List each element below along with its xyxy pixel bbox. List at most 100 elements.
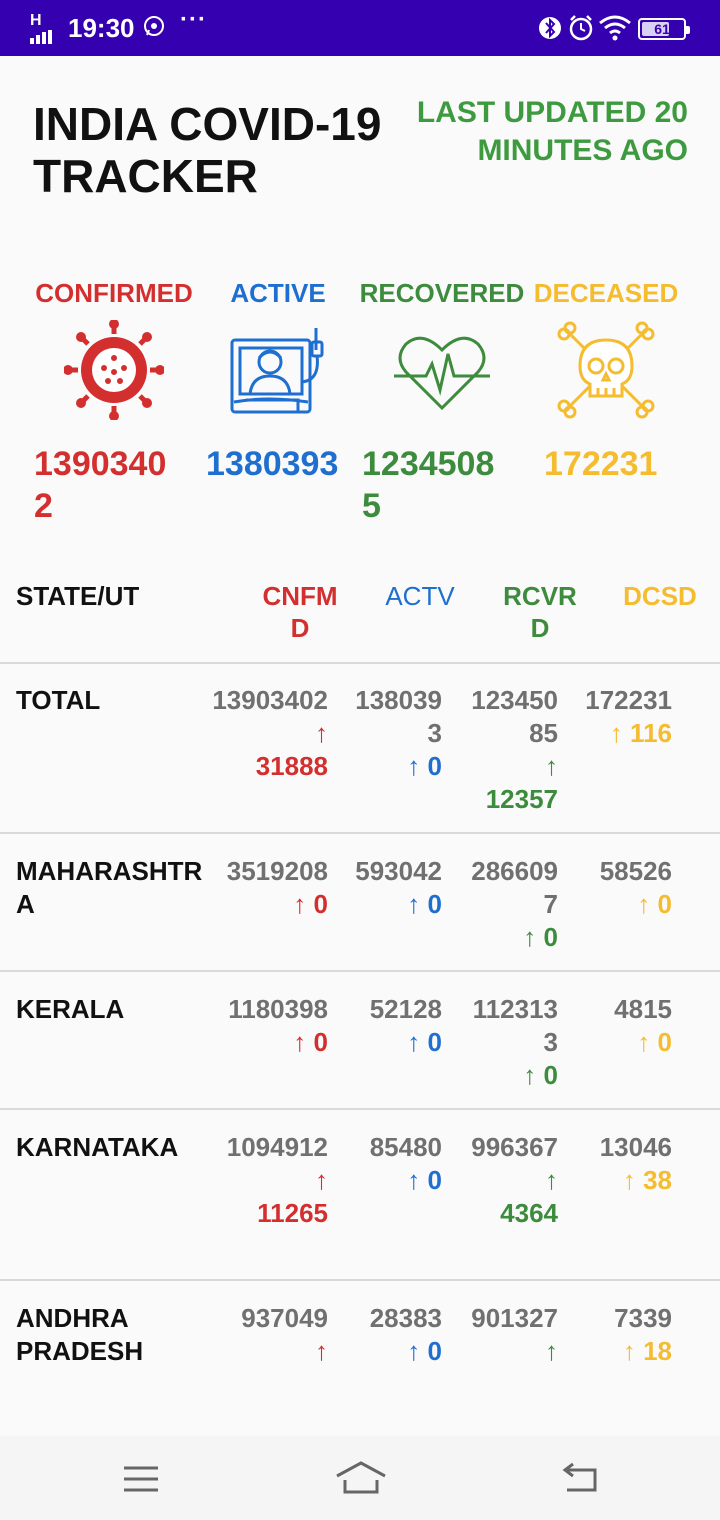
- network-type-label: H: [30, 12, 42, 29]
- active-count: 1380393: [355, 685, 442, 748]
- state-name: KERALA: [16, 994, 125, 1024]
- active-count: 85480: [369, 1132, 442, 1162]
- deceased-card[interactable]: DECEASED 172231: [516, 278, 696, 483]
- recovered-value: 12345085: [362, 445, 495, 525]
- active-cell: 52128 ↑ 0: [342, 993, 442, 1059]
- skull-crossbones-icon: [557, 321, 655, 419]
- active-delta-value: 0: [427, 1336, 442, 1366]
- back-icon[interactable]: [561, 1462, 601, 1494]
- active-delta-value: 0: [427, 889, 442, 919]
- deceased-delta-value: 18: [643, 1336, 672, 1366]
- recovered-count: 996367: [471, 1132, 558, 1162]
- state-name: TOTAL: [16, 685, 101, 715]
- deceased-delta-value: 0: [657, 889, 672, 919]
- active-delta: ↑ 0: [407, 751, 442, 781]
- heartbeat-icon: [394, 336, 490, 411]
- more-notifications-icon: ···: [180, 6, 207, 33]
- recovered-delta: ↑: [545, 1336, 558, 1366]
- battery-level: 61: [654, 21, 670, 37]
- deceased-delta-value: 38: [643, 1165, 672, 1195]
- active-delta: ↑ 0: [407, 1027, 442, 1057]
- deceased-cell: 4815 ↑ 0: [576, 993, 672, 1059]
- confirmed-delta: ↑ 0: [293, 889, 328, 919]
- deceased-label: DECEASED: [533, 278, 679, 308]
- confirmed-cell: 937049 ↑: [210, 1302, 328, 1368]
- recovered-count: 901327: [471, 1303, 558, 1333]
- column-header-active[interactable]: ACTV: [382, 580, 458, 612]
- confirmed-delta-value: 31888: [255, 751, 328, 781]
- recovered-delta-value: 0: [543, 922, 558, 952]
- confirmed-delta-value: 0: [313, 889, 328, 919]
- recovered-delta: ↑ 0: [523, 1060, 558, 1090]
- confirmed-count: 1094912: [226, 1132, 328, 1162]
- active-delta-value: 0: [427, 751, 442, 781]
- active-count: 28383: [369, 1303, 442, 1333]
- recovered-cell: 12345085 ↑ 12357: [460, 684, 558, 816]
- confirmed-card[interactable]: CONFIRMED 13903402: [24, 278, 204, 525]
- confirmed-delta: ↑ 31888: [255, 718, 328, 781]
- recovered-cell: 2866097 ↑ 0: [460, 855, 558, 954]
- confirmed-delta: ↑: [315, 1336, 328, 1366]
- recovered-delta: ↑ 12357: [485, 751, 558, 814]
- page-title: INDIA COVID-19 TRACKER: [33, 98, 382, 202]
- recovered-cell: 1123133 ↑ 0: [460, 993, 558, 1092]
- recovered-delta-value: 12357: [485, 784, 558, 814]
- confirmed-cell: 1180398 ↑ 0: [210, 993, 328, 1059]
- deceased-count: 7339: [614, 1303, 672, 1333]
- state-name: ANDHRA PRADESH: [16, 1303, 144, 1366]
- state-name: KARNATAKA: [16, 1132, 179, 1162]
- state-name: MAHARASHTRA: [16, 856, 203, 919]
- active-delta: ↑ 0: [407, 1165, 442, 1195]
- recovered-delta-value: 4364: [500, 1198, 558, 1228]
- confirmed-count: 13903402: [212, 685, 328, 715]
- battery-icon: 61: [638, 18, 690, 40]
- recovered-delta-value: 0: [543, 1060, 558, 1090]
- deceased-cell: 172231 ↑ 116: [576, 684, 672, 750]
- bluetooth-icon: [539, 17, 561, 39]
- confirmed-label: CONFIRMED: [35, 278, 193, 308]
- menu-icon[interactable]: [122, 1464, 160, 1494]
- recovered-count: 2866097: [471, 856, 558, 919]
- table-divider: [0, 970, 720, 972]
- active-delta-value: 0: [427, 1165, 442, 1195]
- table-divider: [0, 662, 720, 664]
- recovered-delta: ↑ 4364: [500, 1165, 558, 1228]
- whatsapp-icon: [144, 16, 164, 36]
- column-header-state[interactable]: STATE/UT: [16, 580, 139, 612]
- deceased-count: 58526: [599, 856, 672, 886]
- deceased-delta-value: 0: [657, 1027, 672, 1057]
- confirmed-value: 13903402: [34, 445, 167, 525]
- table-divider: [0, 1108, 720, 1110]
- deceased-delta: ↑ 0: [637, 889, 672, 919]
- patient-bed-icon: [230, 328, 324, 414]
- deceased-cell: 7339 ↑ 18: [576, 1302, 672, 1368]
- confirmed-cell: 3519208 ↑ 0: [210, 855, 328, 921]
- active-card[interactable]: ACTIVE 1380393: [188, 278, 368, 483]
- confirmed-count: 937049: [241, 1303, 328, 1333]
- recovered-cell: 996367 ↑ 4364: [460, 1131, 558, 1230]
- confirmed-cell: 13903402 ↑ 31888: [210, 684, 328, 783]
- alarm-icon: [569, 15, 593, 41]
- wifi-icon: [599, 15, 631, 41]
- confirmed-delta-value: 11265: [257, 1198, 328, 1228]
- active-cell: 1380393 ↑ 0: [342, 684, 442, 783]
- deceased-delta: ↑ 116: [609, 718, 672, 748]
- status-bar: H 19:30 ··· 61: [0, 0, 720, 56]
- column-header-recovered[interactable]: RCVRD: [500, 580, 580, 644]
- recovered-card[interactable]: RECOVERED 12345085: [352, 278, 532, 525]
- column-header-confirmed[interactable]: CNFMD: [258, 580, 342, 644]
- column-header-deceased[interactable]: DCSD: [622, 580, 698, 612]
- active-count: 593042: [355, 856, 442, 886]
- active-cell: 85480 ↑ 0: [342, 1131, 442, 1197]
- recovered-delta: ↑ 0: [523, 922, 558, 952]
- deceased-cell: 13046 ↑ 38: [576, 1131, 672, 1197]
- confirmed-delta: ↑ 0: [293, 1027, 328, 1057]
- deceased-count: 172231: [585, 685, 672, 715]
- active-delta: ↑ 0: [407, 1336, 442, 1366]
- deceased-delta-value: 116: [630, 718, 672, 748]
- deceased-delta: ↑ 38: [622, 1165, 672, 1195]
- active-delta-value: 0: [427, 1027, 442, 1057]
- home-icon[interactable]: [335, 1460, 387, 1496]
- active-label: ACTIVE: [230, 278, 326, 308]
- recovered-label: RECOVERED: [359, 278, 525, 308]
